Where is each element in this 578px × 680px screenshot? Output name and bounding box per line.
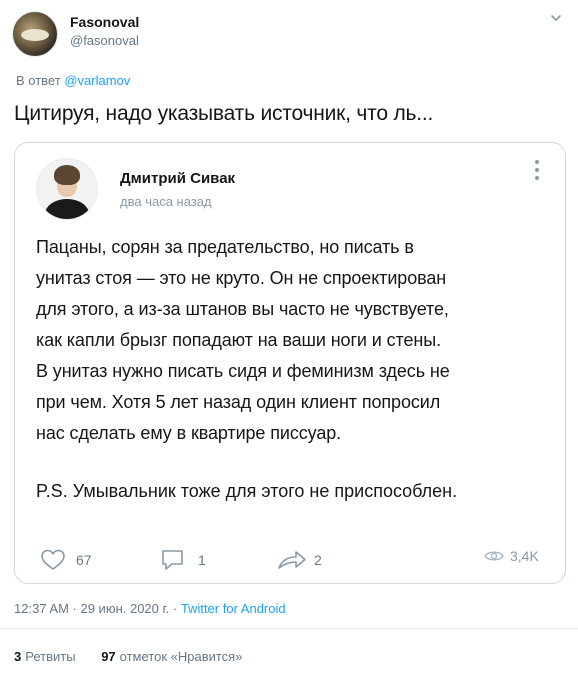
views-count: 3,4K xyxy=(510,548,539,564)
quoted-ps: P.S. Умывальник тоже для этого не приспо… xyxy=(36,481,458,501)
quoted-post-text: Пацаны, сорян за предательство, но писат… xyxy=(36,232,556,449)
retweets-label: Ретвиты xyxy=(25,649,76,664)
chevron-down-icon[interactable] xyxy=(550,12,562,24)
engagement-stats: 3 Ретвиты 97 отметок «Нравится» xyxy=(14,649,242,664)
quoted-line: при чем. Хотя 5 лет назад один клиент по… xyxy=(36,392,441,412)
comment-count: 1 xyxy=(198,552,206,568)
quoted-line: Пацаны, сорян за предательство, но писат… xyxy=(36,237,414,257)
divider xyxy=(0,628,578,629)
more-options-icon[interactable] xyxy=(534,160,540,184)
likes-stat[interactable]: 97 отметок «Нравится» xyxy=(101,649,242,664)
comment-icon xyxy=(160,548,186,572)
tweet-text: Цитируя, надо указывать источник, что ль… xyxy=(14,102,434,125)
share-button[interactable]: 2 xyxy=(276,548,322,572)
quoted-time: два часа назад xyxy=(120,194,212,209)
tweet-metadata: 12:37 AM · 29 июн. 2020 г. · Twitter for… xyxy=(14,601,286,616)
like-button[interactable]: 67 xyxy=(40,548,92,572)
quoted-line: унитаз стоя — это не круто. Он не спроек… xyxy=(36,268,447,288)
likes-count: 97 xyxy=(101,649,116,664)
author-avatar[interactable] xyxy=(12,11,58,57)
reply-to-link[interactable]: @varlamov xyxy=(64,73,130,88)
share-count: 2 xyxy=(314,552,322,568)
quoted-author-avatar[interactable] xyxy=(36,158,98,220)
like-count: 67 xyxy=(76,552,92,568)
views-stat: 3,4K xyxy=(484,548,539,564)
author-name[interactable]: Fasonoval xyxy=(70,14,139,30)
timestamp[interactable]: 12:37 AM · 29 июн. 2020 г. · xyxy=(14,601,181,616)
reply-prefix: В ответ xyxy=(16,73,61,88)
reply-context: В ответ @varlamov xyxy=(16,73,130,88)
source-link[interactable]: Twitter for Android xyxy=(181,601,286,616)
quoted-line: нас сделать ему в квартире писсуар. xyxy=(36,423,342,443)
eye-icon xyxy=(484,549,504,563)
author-handle[interactable]: @fasonoval xyxy=(70,33,139,48)
quoted-line: для этого, а из-за штанов вы часто не чу… xyxy=(36,299,449,319)
retweets-stat[interactable]: 3 Ретвиты xyxy=(14,649,76,664)
share-arrow-icon xyxy=(276,548,308,572)
retweets-count: 3 xyxy=(14,649,22,664)
quoted-line: как капли брызг попадают на ваши ноги и … xyxy=(36,330,441,350)
quoted-author-name[interactable]: Дмитрий Сивак xyxy=(120,170,235,187)
heart-icon xyxy=(40,548,66,572)
quoted-line: В унитаз нужно писать сидя и феминизм зд… xyxy=(36,361,450,381)
likes-label: отметок «Нравится» xyxy=(119,649,243,664)
comment-button[interactable]: 1 xyxy=(160,548,206,572)
